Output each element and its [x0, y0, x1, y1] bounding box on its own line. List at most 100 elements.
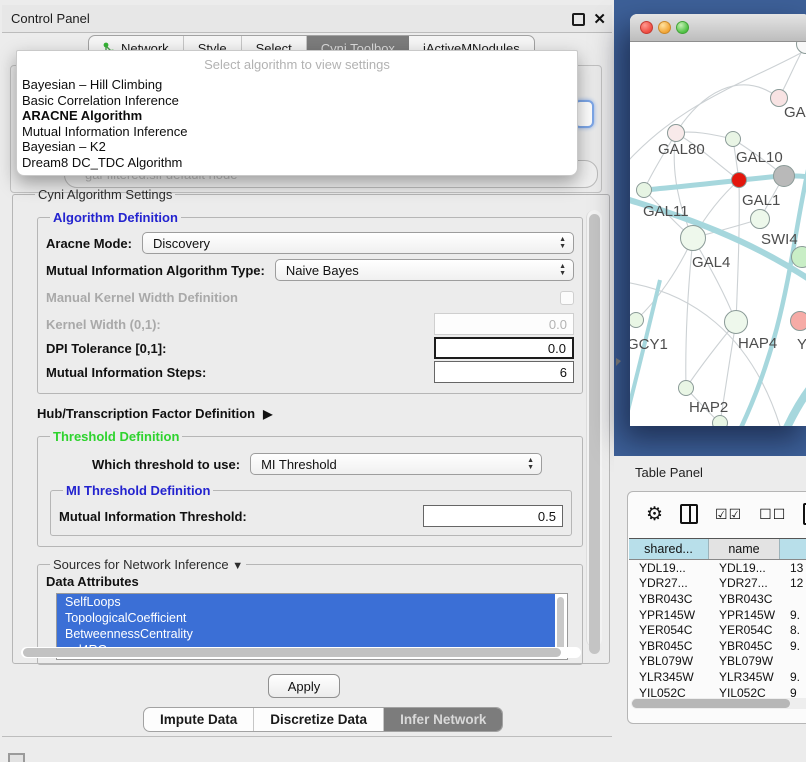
data-attributes-label: Data Attributes — [46, 574, 574, 589]
checked-pair-icon[interactable]: ☑☑ — [715, 506, 742, 523]
manual-kernel-checkbox[interactable] — [560, 291, 574, 305]
settings-hscrollbar-thumb[interactable] — [23, 648, 561, 657]
network-node-y[interactable] — [790, 311, 806, 331]
data-attribute-item[interactable]: TopologicalCoefficient — [57, 610, 555, 626]
network-node[interactable] — [712, 415, 728, 426]
network-window-titlebar[interactable] — [630, 14, 806, 42]
table-row[interactable]: YDL19...YDL19...13 — [629, 560, 806, 576]
kernel-width-label: Kernel Width (0,1): — [46, 317, 161, 332]
which-threshold-value: MI Threshold — [261, 457, 337, 472]
settings-horizontal-scrollbar[interactable] — [21, 647, 581, 658]
mi-steps-field[interactable]: 6 — [434, 361, 574, 383]
table-cell: 9. — [780, 607, 806, 623]
table-cell: YBR043C — [629, 591, 709, 607]
network-canvas[interactable]: GALGAL80GAL10GAL1GAL11GAL4SWI4GCY1HAP4YH… — [630, 42, 806, 426]
hub-definition-toggle[interactable]: Hub/Transcription Factor Definition ▶ — [37, 406, 583, 421]
network-node-gal80[interactable] — [667, 124, 685, 142]
network-node-gal10[interactable] — [725, 131, 741, 147]
algorithm-option[interactable]: ARACNE Algorithm — [17, 108, 577, 124]
algorithm-dropdown-placeholder: Select algorithm to view settings — [17, 51, 577, 77]
column-header[interactable]: shared... — [629, 539, 709, 559]
list-scrollbar-thumb[interactable] — [557, 597, 564, 653]
table-horizontal-scrollbar[interactable] — [631, 698, 806, 709]
settings-scrollbar-thumb[interactable] — [589, 214, 600, 654]
table-cell: YBR045C — [629, 638, 709, 654]
algorithm-option[interactable]: Bayesian – K2 — [17, 139, 577, 155]
table-cell: YPR145W — [629, 607, 709, 623]
table-row[interactable]: YPR145WYPR145W9. — [629, 607, 806, 623]
mi-steps-value: 6 — [560, 365, 567, 380]
which-threshold-combo[interactable]: MI Threshold ▲▼ — [250, 453, 542, 475]
mi-threshold-value: 0.5 — [538, 509, 556, 524]
node-label: HAP2 — [689, 399, 728, 416]
screen: Control Panel ✕ NetworkStyleSelectCyni T… — [0, 0, 806, 762]
algorithm-option[interactable]: Bayesian – Hill Climbing — [17, 77, 577, 93]
mi-threshold-field[interactable]: 0.5 — [423, 505, 563, 527]
dpi-tolerance-field[interactable]: 0.0 — [434, 337, 574, 359]
table-row[interactable]: YDR27...YDR27...12 — [629, 576, 806, 592]
hub-definition-label: Hub/Transcription Factor Definition — [37, 406, 255, 421]
table-row[interactable]: YBR043CYBR043C — [629, 591, 806, 607]
mi-threshold-group: MI Threshold Definition Mutual Informati… — [50, 483, 572, 536]
sources-legend-text: Sources for Network Inference — [53, 557, 229, 572]
threshold-definition-group: Threshold Definition Which threshold to … — [37, 429, 583, 547]
algorithm-option[interactable]: Basic Correlation Inference — [17, 93, 577, 109]
mi-type-combo[interactable]: Naive Bayes ▲▼ — [275, 259, 574, 281]
table-cell: YLR345W — [709, 669, 780, 685]
table-panel-title: Table Panel — [635, 465, 703, 480]
table-toolbar: ⚙ ☑☑ ☐☐ — [628, 492, 806, 536]
network-node-hap4[interactable] — [724, 310, 748, 334]
aracne-mode-combo[interactable]: Discovery ▲▼ — [142, 232, 574, 254]
data-attribute-item[interactable]: SelfLoops — [57, 594, 555, 610]
network-node-hap2[interactable] — [678, 380, 694, 396]
close-icon[interactable]: ✕ — [593, 13, 606, 26]
table-hscrollbar-thumb[interactable] — [632, 699, 790, 708]
tab-impute-data[interactable]: Impute Data — [144, 708, 254, 731]
aracne-mode-label: Aracne Mode: — [46, 236, 132, 251]
sources-legend[interactable]: Sources for Network Inference ▼ — [50, 557, 246, 572]
kernel-width-field[interactable]: 0.0 — [434, 313, 574, 335]
column-header[interactable]: A — [780, 539, 806, 559]
network-node[interactable] — [773, 165, 795, 187]
algorithm-option[interactable]: Dream8 DC_TDC Algorithm — [17, 155, 577, 171]
tab-infer-network[interactable]: Infer Network — [384, 708, 502, 731]
column-header[interactable]: name — [709, 539, 780, 559]
table-cell: 13 — [780, 560, 806, 576]
table-row[interactable]: YBL079WYBL079W — [629, 654, 806, 670]
algorithm-option[interactable]: Mutual Information Inference — [17, 124, 577, 140]
table-cell: 8. — [780, 622, 806, 638]
control-panel-titlebar: Control Panel ✕ — [2, 5, 612, 33]
data-attribute-item[interactable]: BetweennessCentrality — [57, 626, 555, 642]
table-cell: YPR145W — [709, 607, 780, 623]
node-label: SWI4 — [761, 231, 798, 248]
settings-vertical-scrollbar[interactable] — [586, 210, 602, 647]
close-traffic-light[interactable] — [640, 21, 653, 34]
zoom-traffic-light[interactable] — [676, 21, 689, 34]
mi-threshold-legend: MI Threshold Definition — [63, 483, 213, 498]
apply-button[interactable]: Apply — [268, 674, 340, 698]
table-row[interactable]: YBR045CYBR045C9. — [629, 638, 806, 654]
network-node-gal1[interactable] — [750, 209, 770, 229]
unchecked-pair-icon[interactable]: ☐☐ — [759, 506, 786, 523]
network-node[interactable] — [731, 172, 747, 188]
network-node-gal11[interactable] — [636, 182, 652, 198]
gear-icon[interactable]: ⚙ — [646, 503, 663, 526]
aracne-mode-value: Discovery — [153, 236, 210, 251]
tab-discretize-data[interactable]: Discretize Data — [254, 708, 384, 731]
cyni-algorithm-settings-group: Cyni Algorithm Settings Algorithm Defini… — [12, 187, 610, 664]
minimize-traffic-light[interactable] — [658, 21, 671, 34]
network-node-swi4[interactable] — [791, 246, 806, 268]
table-cell: YLR345W — [629, 669, 709, 685]
network-view-window: GALGAL80GAL10GAL1GAL11GAL4SWI4GCY1HAP4YH… — [630, 14, 806, 426]
table-panel-container: ⚙ ☑☑ ☐☐ shared...nameA YDL19...YDL19...1… — [627, 491, 806, 724]
columns-icon[interactable] — [680, 504, 698, 524]
table-row[interactable]: YLR345WYLR345W9. — [629, 669, 806, 685]
network-node-gal4[interactable] — [680, 225, 706, 251]
collapsed-panel-icon[interactable] — [8, 753, 25, 762]
chevron-right-icon: ▶ — [263, 407, 272, 421]
float-window-icon[interactable] — [572, 13, 585, 26]
table-row[interactable]: YER054CYER054C8. — [629, 622, 806, 638]
stepper-arrows-icon: ▲▼ — [527, 457, 534, 471]
mi-threshold-label: Mutual Information Threshold: — [59, 509, 247, 524]
stepper-arrows-icon: ▲▼ — [559, 263, 566, 277]
